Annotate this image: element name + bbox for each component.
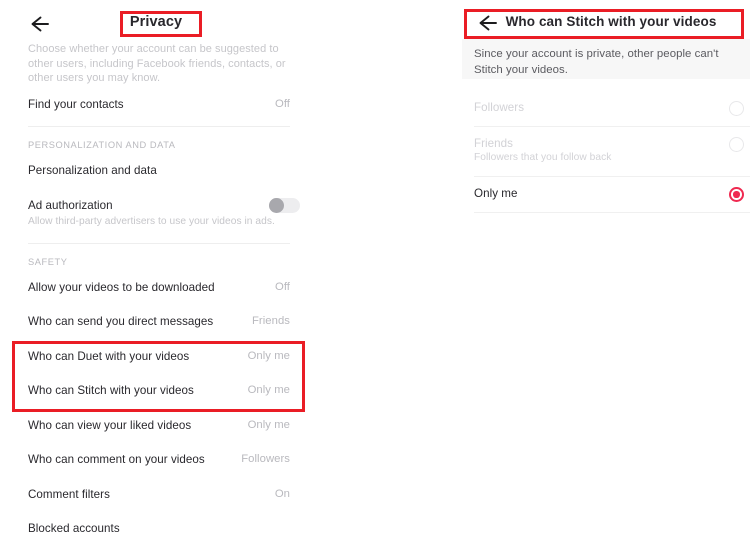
row-label: Comment filters (28, 488, 110, 501)
row-value: Off (274, 281, 290, 293)
row-direct-messages[interactable]: Who can send you direct messages Friends (28, 315, 290, 335)
option-friends[interactable]: Friends Followers that you follow back (474, 137, 750, 163)
row-value: Only me (247, 350, 290, 362)
row-find-your-contacts[interactable]: Find your contacts Off (28, 98, 290, 118)
private-account-notice: Since your account is private, other peo… (462, 39, 750, 79)
row-label: Find your contacts (28, 98, 124, 111)
row-label: Blocked accounts (28, 522, 120, 535)
option-followers[interactable]: Followers (474, 101, 750, 125)
radio-only-me[interactable] (729, 187, 744, 202)
row-label: Allow your videos to be downloaded (28, 281, 215, 294)
option-label: Only me (474, 187, 518, 200)
section-header-personalization: PERSONALIZATION AND DATA (28, 140, 176, 150)
row-label: Who can Duet with your videos (28, 350, 190, 363)
row-value: Only me (247, 419, 290, 431)
row-who-can-stitch[interactable]: Who can Stitch with your videos Only me (28, 384, 290, 404)
section-header-safety: SAFETY (28, 257, 68, 267)
row-personalization-and-data[interactable]: Personalization and data (28, 164, 290, 184)
row-label: Who can send you direct messages (28, 315, 214, 328)
row-blocked-accounts[interactable]: Blocked accounts (28, 522, 290, 542)
row-value: Followers (241, 453, 290, 465)
toggle-knob (269, 198, 284, 213)
row-label: Who can view your liked videos (28, 419, 192, 432)
privacy-settings-panel: Privacy Choose whether your account can … (0, 0, 312, 554)
row-label: Personalization and data (28, 164, 157, 177)
divider (28, 243, 290, 244)
row-value: Off (274, 98, 290, 110)
radio-followers[interactable] (729, 101, 744, 116)
row-label: Who can Stitch with your videos (28, 384, 194, 397)
row-who-can-duet[interactable]: Who can Duet with your videos Only me (28, 350, 290, 370)
ad-authorization-note: Allow third-party advertisers to use you… (28, 216, 275, 227)
row-comment-filters[interactable]: Comment filters On (28, 488, 290, 508)
row-liked-videos[interactable]: Who can view your liked videos Only me (28, 419, 290, 439)
row-label: Who can comment on your videos (28, 453, 205, 466)
row-who-can-comment[interactable]: Who can comment on your videos Followers (28, 453, 290, 473)
option-label: Friends (474, 137, 514, 150)
stitch-privacy-panel: Who can Stitch with your videos (462, 0, 750, 554)
row-value: Only me (247, 384, 290, 396)
row-value: On (274, 488, 290, 500)
row-label: Ad authorization (28, 199, 113, 212)
privacy-description: Choose whether your account can be sugge… (28, 43, 286, 85)
page-title: Who can Stitch with your videos (505, 14, 717, 29)
ad-authorization-toggle[interactable] (269, 198, 300, 213)
divider (474, 126, 750, 127)
left-panel-header: Privacy (0, 0, 312, 47)
row-value: Friends (251, 315, 290, 327)
notice-text: Since your account is private, other peo… (474, 48, 719, 76)
divider (474, 212, 750, 213)
radio-friends[interactable] (729, 137, 744, 152)
divider (474, 176, 750, 177)
option-label: Followers (474, 101, 525, 114)
page-title: Privacy (129, 14, 183, 30)
divider (28, 126, 290, 127)
option-only-me[interactable]: Only me (474, 187, 750, 211)
option-sublabel: Followers that you follow back (474, 152, 612, 163)
row-allow-videos-download[interactable]: Allow your videos to be downloaded Off (28, 281, 290, 301)
